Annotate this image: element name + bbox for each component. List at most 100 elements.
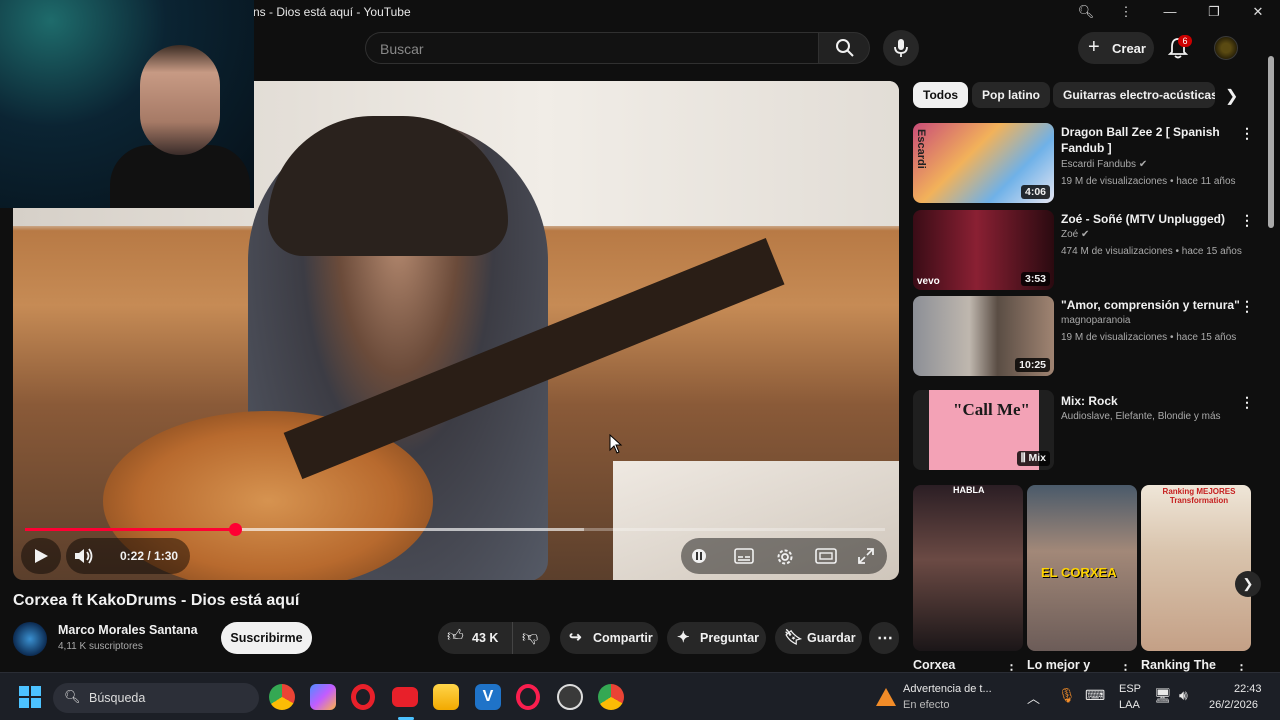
webcam-person-face — [140, 45, 220, 155]
opera-icon[interactable] — [351, 684, 375, 710]
tray-chevron-icon[interactable]: ︿ — [1027, 688, 1040, 707]
create-button[interactable]: + Crear — [1078, 32, 1154, 64]
save-button[interactable]: 🔖︎ Guardar — [775, 622, 862, 654]
notification-count-badge: 6 — [1178, 35, 1192, 47]
theater-mode-icon[interactable] — [815, 548, 837, 564]
file-explorer-icon[interactable] — [433, 684, 459, 710]
window-title: ns - Dios está aquí - YouTube — [253, 5, 411, 19]
minimize-button[interactable]: — — [1160, 2, 1180, 22]
shorts-next-button[interactable]: ❯ — [1235, 571, 1261, 597]
close-button[interactable]: ✕ — [1248, 2, 1268, 22]
chrome-profile-icon[interactable] — [598, 684, 624, 710]
recommendation-title[interactable]: Zoé - Soñé (MTV Unplugged) — [1061, 211, 1241, 227]
clock-time[interactable]: 22:43 — [1234, 683, 1262, 695]
windows-start-icon[interactable] — [19, 686, 41, 708]
sparkle-icon: ✦ — [677, 629, 690, 646]
recommendation-item[interactable]: Escardi 4:06 Dragon Ball Zee 2 [ Spanish… — [913, 123, 1258, 203]
progress-bar-played — [25, 528, 236, 531]
recommendation-title[interactable]: Dragon Ball Zee 2 [ Spanish Fandub ] — [1061, 124, 1241, 156]
chrome-icon[interactable] — [269, 684, 295, 710]
network-icon[interactable]: 🖥︎ — [1154, 687, 1172, 704]
taskbar-search[interactable]: 🔍︎ Búsqueda — [53, 683, 259, 713]
page-scrollbar-thumb[interactable] — [1268, 56, 1274, 228]
volume-icon[interactable] — [73, 546, 95, 566]
chip-guitars[interactable]: Guitarras electro-acústicas — [1053, 82, 1215, 108]
video-thumbnail[interactable]: Escardi 4:06 — [913, 123, 1054, 203]
recommendation-channel: Zoé ✔︎ — [1061, 229, 1090, 240]
youtube-app-icon[interactable] — [392, 687, 418, 707]
more-actions-button[interactable]: ⋯ — [869, 622, 899, 654]
subtitles-icon[interactable] — [734, 548, 754, 564]
share-button[interactable]: ↪ Compartir — [560, 622, 658, 654]
plus-icon: + — [1088, 36, 1100, 58]
speaker-icon[interactable]: 🔊︎ — [1179, 687, 1188, 704]
more-vert-icon[interactable]: ⋮ — [1116, 2, 1136, 22]
short-title[interactable]: Ranking The — [1141, 658, 1216, 672]
short-overlay-text: Ranking MEJORES Transformation — [1162, 487, 1236, 505]
copilot-icon[interactable] — [310, 684, 336, 710]
warning-icon[interactable] — [876, 688, 896, 706]
recommendation-item[interactable]: "Call Me" ⫼ Mix Mix: Rock Audioslave, El… — [913, 390, 1258, 470]
chip-pop-latino[interactable]: Pop latino — [972, 82, 1050, 108]
restore-button[interactable]: ❐ — [1204, 2, 1224, 22]
search-button[interactable] — [818, 32, 870, 64]
video-thumbnail[interactable]: vevo 3:53 — [913, 210, 1054, 290]
video-duration: 10:25 — [1015, 358, 1050, 372]
opera-gx-icon[interactable] — [516, 684, 540, 710]
language-bottom[interactable]: LAA — [1119, 699, 1140, 711]
fullscreen-icon[interactable] — [857, 547, 875, 565]
channel-avatar[interactable] — [13, 622, 47, 656]
subscriber-count: 4,11 K suscriptores — [58, 641, 143, 652]
short-title[interactable]: Corxea — [913, 658, 955, 672]
short-thumbnail[interactable]: Ranking MEJORES Transformation — [1141, 485, 1251, 651]
verified-icon: ✔︎ — [1081, 229, 1090, 240]
thumbs-down-icon: 👎︎ — [522, 629, 539, 646]
thumbnail-watermark: vevo — [917, 276, 940, 287]
short-title[interactable]: Lo mejor y — [1027, 658, 1090, 672]
mix-cover-text: "Call Me" — [953, 400, 1030, 419]
more-vert-icon[interactable]: ⋮ — [1240, 212, 1254, 229]
short-thumbnail[interactable]: HABLA — [913, 485, 1023, 651]
ask-button[interactable]: ✦ Preguntar — [667, 622, 766, 654]
play-icon[interactable] — [32, 547, 50, 565]
like-button[interactable]: 👍︎ 43 K — [438, 622, 508, 654]
recommendation-meta: 474 M de visualizaciones • hace 15 años — [1061, 246, 1242, 257]
more-vert-icon[interactable]: ⋮ — [1240, 394, 1254, 411]
ask-label: Preguntar — [700, 631, 760, 645]
more-vert-icon[interactable]: ⋮ — [1240, 298, 1254, 315]
v-app-icon[interactable]: V — [475, 684, 501, 710]
save-label: Guardar — [807, 631, 856, 645]
pause-autoplay-icon[interactable] — [691, 548, 707, 564]
language-top[interactable]: ESP — [1119, 683, 1141, 695]
search-input[interactable]: Buscar — [365, 32, 818, 64]
mouse-cursor-icon — [609, 434, 623, 454]
recommendation-title[interactable]: "Amor, comprensión y ternura" — [1061, 297, 1241, 313]
like-count: 43 K — [472, 631, 499, 645]
alert-title[interactable]: Advertencia de t... — [903, 683, 992, 695]
subscribe-button[interactable]: Suscribirme — [221, 622, 312, 654]
search-icon: 🔍︎ — [64, 689, 81, 704]
chip-all[interactable]: Todos — [913, 82, 969, 108]
microphone-tray-icon[interactable]: 🎙︎ — [1058, 687, 1076, 704]
zoom-icon[interactable]: 🔍︎ — [1076, 2, 1096, 22]
video-thumbnail[interactable]: 10:25 — [913, 296, 1054, 376]
settings-gear-icon[interactable] — [775, 547, 795, 567]
keyboard-icon[interactable]: ⌨︎ — [1085, 687, 1105, 704]
dislike-button[interactable]: 👎︎ — [512, 622, 550, 654]
webcam-overlay — [0, 0, 254, 208]
mix-thumbnail[interactable]: "Call Me" ⫼ Mix — [913, 390, 1054, 470]
clock-date[interactable]: 26/2/2026 — [1209, 699, 1258, 711]
short-thumbnail[interactable]: EL CORXEA — [1027, 485, 1137, 651]
obs-icon[interactable] — [557, 684, 583, 710]
share-icon: ↪ — [569, 629, 582, 646]
channel-name[interactable]: Marco Morales Santana — [58, 623, 198, 637]
voice-search-button[interactable] — [883, 30, 919, 66]
recommendation-item[interactable]: vevo 3:53 Zoé - Soñé (MTV Unplugged) Zoé… — [913, 210, 1258, 290]
recommendation-item[interactable]: 10:25 "Amor, comprensión y ternura" magn… — [913, 296, 1258, 376]
account-avatar[interactable] — [1214, 36, 1238, 60]
more-vert-icon[interactable]: ⋮ — [1240, 125, 1254, 142]
recommendation-title[interactable]: Mix: Rock — [1061, 393, 1241, 409]
video-duration: 4:06 — [1020, 185, 1050, 199]
chips-next-icon[interactable]: ❯ — [1225, 86, 1238, 106]
recommendation-meta: 19 M de visualizaciones • hace 11 años — [1061, 176, 1236, 187]
